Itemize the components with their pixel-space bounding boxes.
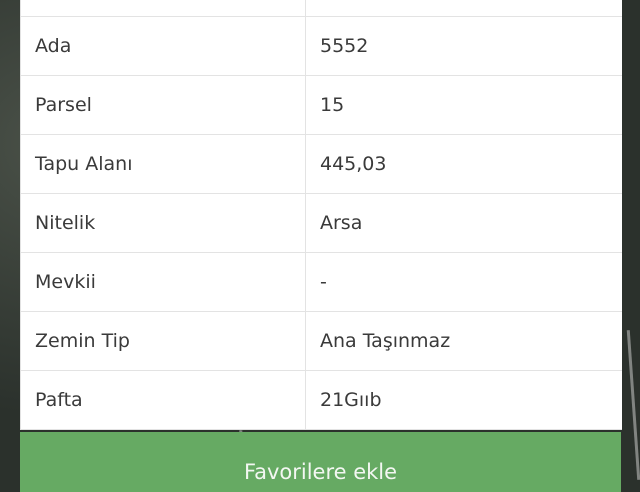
row-value-mevkii: - — [305, 252, 622, 312]
table-row: Ada 5552 — [21, 16, 622, 76]
row-value-ada: 5552 — [305, 16, 622, 76]
row-label — [21, 0, 306, 17]
table-row: Zemin Tip Ana Taşınmaz — [21, 311, 622, 371]
row-label-parsel: Parsel — [21, 75, 306, 135]
row-value — [305, 0, 622, 17]
row-label-tapu-alani: Tapu Alanı — [21, 134, 306, 194]
row-value-zemin-tip: Ana Taşınmaz — [305, 311, 622, 371]
map-road-line — [626, 330, 640, 480]
table-row: Nitelik Arsa — [21, 193, 622, 253]
row-value-tapu-alani: 445,03 — [305, 134, 622, 194]
table-row — [21, 0, 622, 17]
table-row: Pafta 21Gııb — [21, 370, 622, 430]
row-value-parsel: 15 — [305, 75, 622, 135]
row-label-zemin-tip: Zemin Tip — [21, 311, 306, 371]
table-row: Parsel 15 — [21, 75, 622, 135]
add-to-favorites-button[interactable]: Favorilere ekle — [20, 432, 621, 492]
parcel-info-table: Ada 5552 Parsel 15 Tapu Alanı 445,03 Nit… — [21, 0, 622, 430]
row-label-mevkii: Mevkii — [21, 252, 306, 312]
row-value-nitelik: Arsa — [305, 193, 622, 253]
row-label-nitelik: Nitelik — [21, 193, 306, 253]
table-row: Tapu Alanı 445,03 — [21, 134, 622, 194]
row-label-ada: Ada — [21, 16, 306, 76]
row-value-pafta: 21Gııb — [305, 370, 622, 430]
table-row: Mevkii - — [21, 252, 622, 312]
row-label-pafta: Pafta — [21, 370, 306, 430]
parcel-info-panel: Ada 5552 Parsel 15 Tapu Alanı 445,03 Nit… — [20, 0, 622, 430]
